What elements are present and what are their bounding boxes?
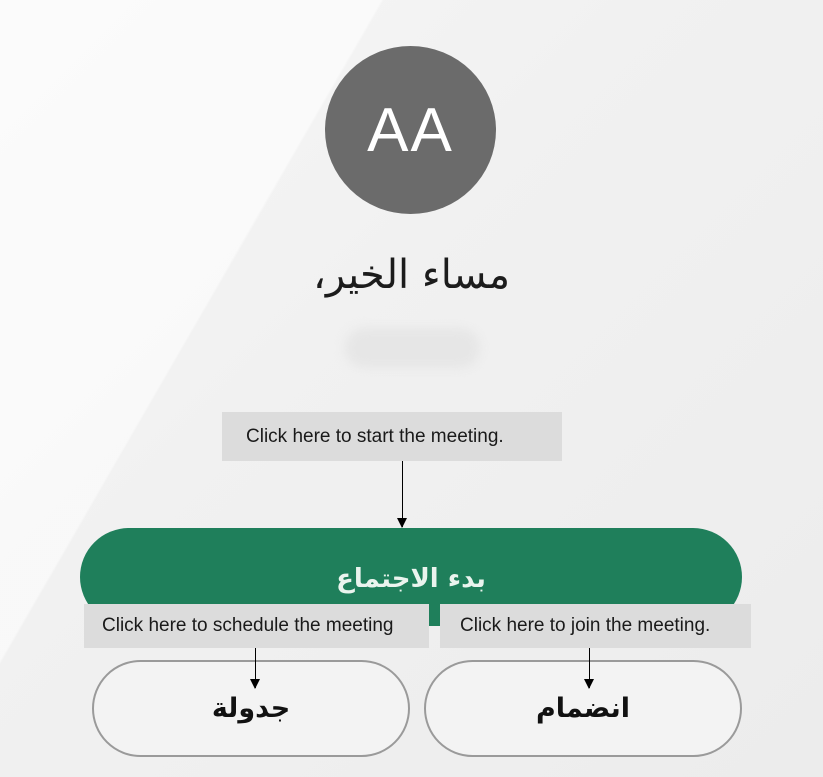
greeting-text: مساء الخير، [313,252,510,298]
start-meeting-callout: Click here to start the meeting. [222,412,562,461]
start-callout-arrow [397,461,407,528]
schedule-meeting-callout: Click here to schedule the meeting [84,604,429,648]
start-meeting-label: بدء الاجتماع [336,564,486,594]
schedule-meeting-label: جدولة [211,693,291,724]
join-meeting-button[interactable]: انضمام [424,660,742,757]
avatar-initials: AA [367,95,454,165]
join-meeting-callout: Click here to join the meeting. [440,604,751,648]
schedule-callout-arrow [250,648,260,689]
join-meeting-label: انضمام [535,693,631,724]
schedule-meeting-button[interactable]: جدولة [92,660,410,757]
join-callout-arrow [584,648,594,689]
redacted-user-name [345,328,480,368]
avatar[interactable]: AA [325,46,496,214]
